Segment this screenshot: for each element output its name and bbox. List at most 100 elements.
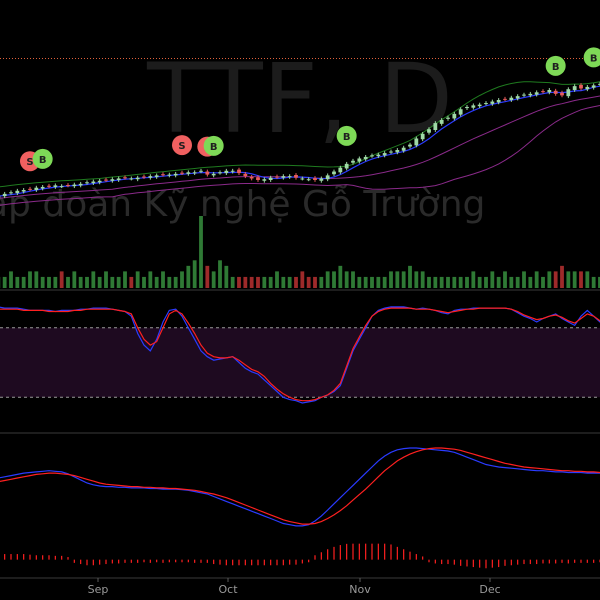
macd-histogram-bar [105,559,107,565]
candle-body [199,170,203,172]
candle-body [591,85,596,88]
volume-bar [9,271,13,288]
volume-bar [528,276,533,288]
macd-histogram-bar [548,559,550,564]
candle-body [256,177,260,180]
candle-body [319,178,324,181]
volume-bar [97,276,102,288]
candle-body [237,169,241,174]
signal-label: B [590,53,598,64]
macd-histogram-bar [453,559,455,565]
candle-body [420,133,425,140]
volume-bar [129,276,134,288]
volume-bar [123,271,127,288]
macd-histogram-bar [149,559,151,563]
candle-body [541,91,545,93]
candle-body [313,178,317,180]
volume-bar [433,276,438,288]
macd-histogram-bar [441,559,443,565]
candle-body [2,193,7,197]
volume-bar [515,276,520,288]
candle-body [370,155,374,157]
volume-bar [211,271,216,288]
candle-body [110,179,115,181]
candle-body [534,92,539,95]
candle-body [123,177,127,179]
stochastic-band [0,327,600,398]
candle-body [34,187,39,190]
volume-bar [408,265,412,288]
volume-bar [300,271,305,288]
candle-body [173,173,178,176]
volume-bar [135,271,140,288]
macd-histogram-bar [54,555,56,560]
macd-histogram-bar [4,554,6,560]
volume-bar [275,271,279,288]
candle-body [85,182,89,184]
stock-chart: TTF, Dap đoàn Kỹ nghệ Gỗ TrườngSBSSBBBBS… [0,43,600,596]
volume-bar [167,276,172,288]
macd-histogram-bar [175,559,177,563]
macd-histogram-bar [48,555,50,560]
watermark-symbol: TTF, D [146,43,453,155]
volume-bar [471,271,476,288]
signal-label: B [552,62,560,73]
volume-bar [484,276,488,288]
volume-bar [319,276,324,288]
candle-body [471,105,476,108]
macd-histogram-bar [561,559,563,563]
volume-bar [243,276,248,288]
candle-body [154,175,159,177]
macd-histogram-bar [555,559,557,564]
macd-histogram-bar [111,559,113,564]
macd-histogram-bar [206,559,208,563]
macd-histogram-bar [92,559,94,566]
volume-bar [414,271,419,288]
macd-histogram-bar [200,559,202,563]
macd-histogram-bar [384,543,386,560]
macd-histogram-bar [333,546,335,560]
macd-histogram-bar [409,551,411,560]
candle-body [572,86,577,90]
volume-bar [522,271,526,288]
signal-label: B [39,155,47,166]
macd-histogram-bar [371,543,373,560]
macd-histogram-bar [523,559,525,565]
volume-bar [148,271,153,288]
candle-body [439,120,444,124]
macd-histogram-bar [10,554,12,560]
volume-bar [477,276,482,288]
candle-body [129,178,134,180]
candle-body [325,175,330,180]
candle-body [376,154,381,157]
candle-body [560,92,564,96]
volume-bar [180,271,184,288]
candle-body [21,190,26,192]
volume-bar [509,276,514,288]
volume-bar [490,271,495,288]
volume-bar [192,260,197,288]
volume-bar [28,271,32,288]
volume-bar [357,276,362,288]
volume-bar [496,276,501,288]
candle-body [338,167,343,173]
macd-histogram-bar [529,559,531,565]
candle-body [547,90,552,93]
macd-histogram-bar [510,559,512,566]
candle-body [211,173,216,176]
candle-body [40,186,45,189]
volume-bar [230,276,235,288]
candle-body [167,174,172,176]
candle-body [192,172,197,174]
volume-bar [110,276,115,288]
candle-body [401,147,406,151]
macd-histogram-bar [238,559,240,566]
volume-bar [78,276,83,288]
candle-body [566,89,571,97]
macd-histogram-bar [251,559,253,566]
macd-histogram-bar [485,559,487,569]
signal-label: S [178,141,185,152]
volume-bar [591,276,596,288]
volume-bar [142,276,146,288]
volume-bar [249,276,254,288]
